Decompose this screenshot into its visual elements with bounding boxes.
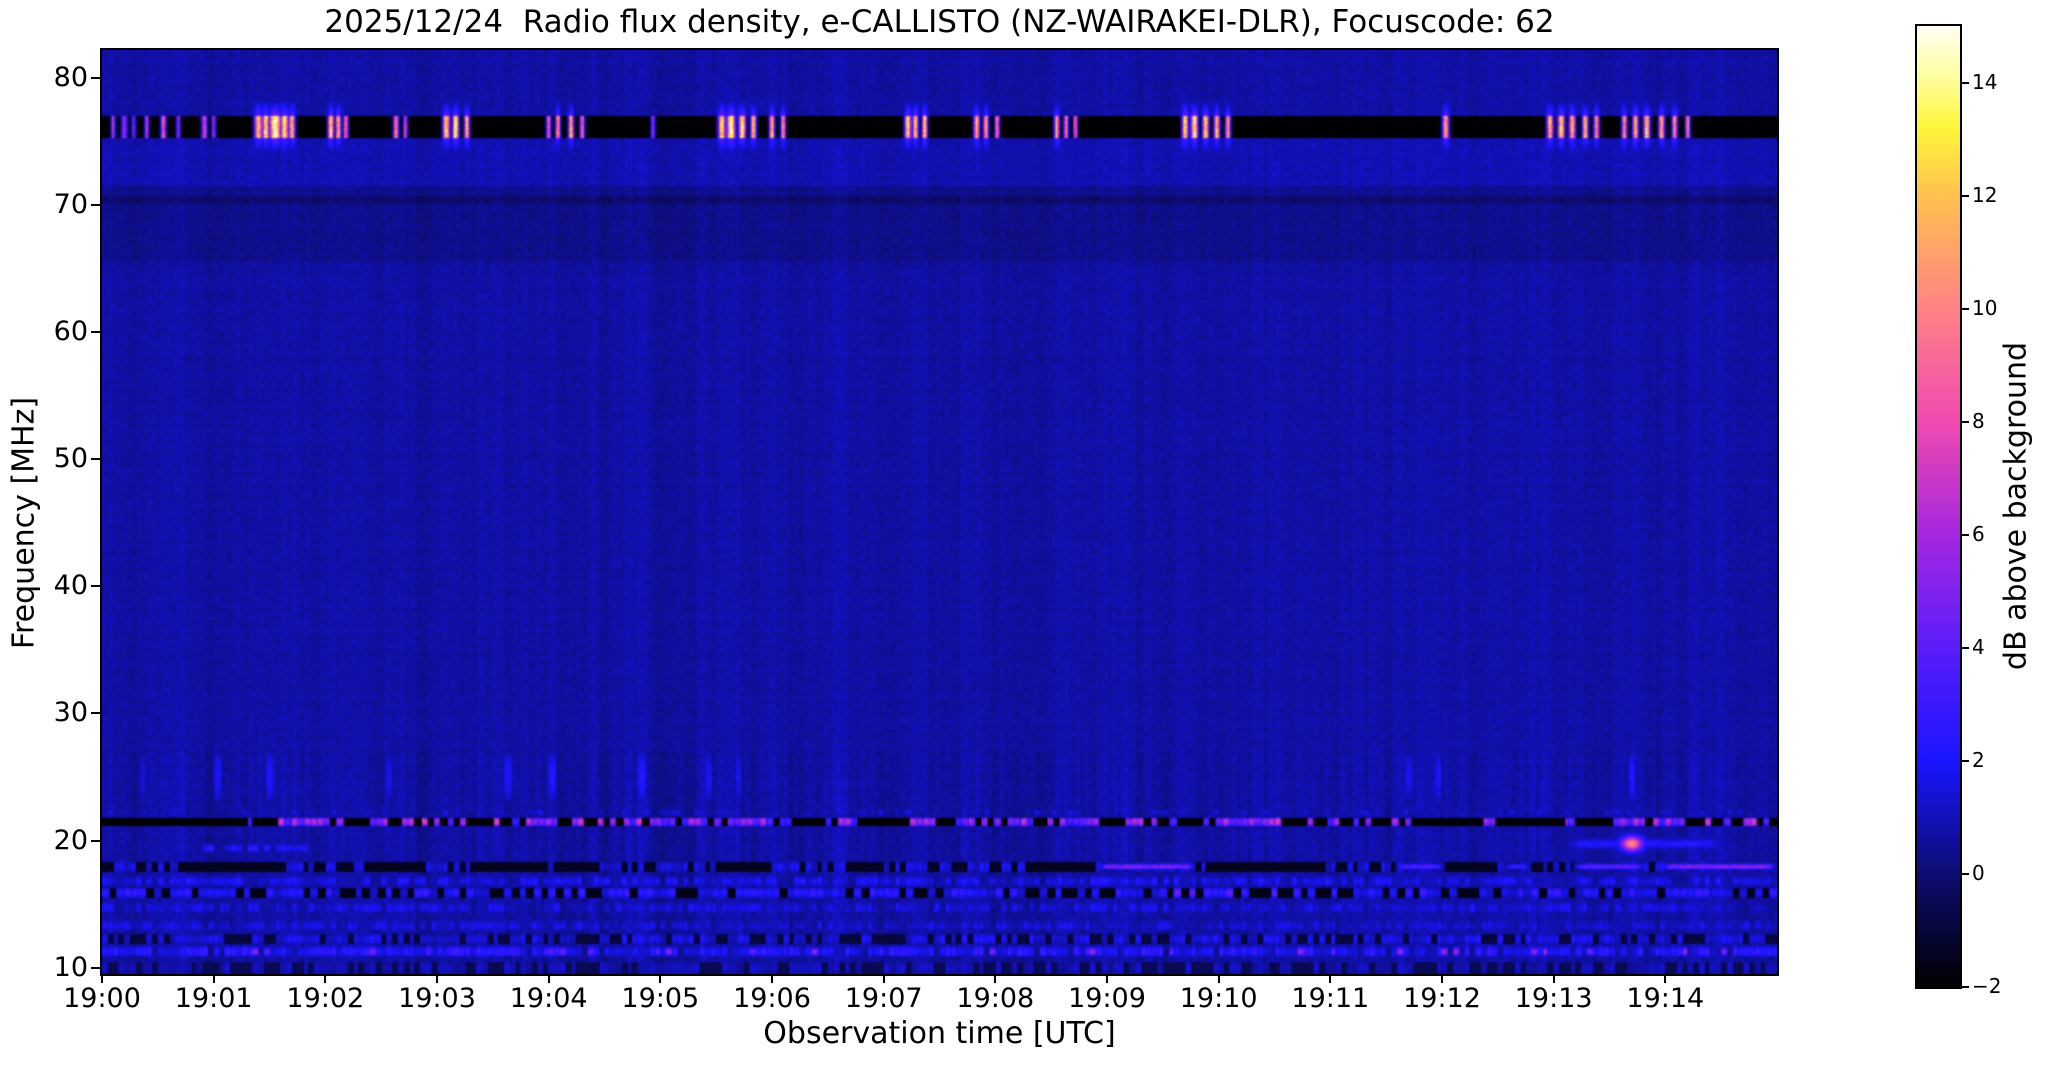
x-tick-label: 19:14 (1626, 983, 1705, 1014)
y-tick-label: 10 (53, 951, 88, 983)
x-tick-label: 19:09 (1068, 983, 1146, 1014)
colorbar-tick-mark (1962, 646, 1969, 649)
colorbar-tick-mark (1962, 872, 1969, 875)
y-tick-mark (91, 839, 100, 842)
x-tick-mark (547, 974, 550, 983)
y-tick-mark (91, 966, 100, 969)
figure: 2025/12/24 Radio flux density, e-CALLIST… (0, 0, 2047, 1067)
colorbar-gradient (1917, 26, 1960, 987)
colorbar-label: dB above background (1998, 341, 2034, 671)
x-tick-label: 19:10 (1179, 983, 1258, 1014)
colorbar-tick-label: 10 (1972, 295, 1998, 320)
y-axis-label: Frequency [MHz] (6, 396, 42, 650)
colorbar-tick-mark (1962, 759, 1969, 762)
x-tick-label: 19:02 (286, 983, 365, 1014)
x-tick-label: 19:06 (733, 983, 811, 1014)
x-tick-label: 19:12 (1403, 983, 1481, 1014)
colorbar (1915, 24, 1962, 989)
y-tick-mark (91, 76, 100, 79)
x-tick-label: 19:05 (621, 983, 700, 1014)
y-tick-label: 20 (53, 824, 88, 856)
spectrogram-image (102, 50, 1777, 974)
colorbar-tick-mark (1962, 420, 1969, 423)
x-tick-mark (436, 974, 438, 983)
colorbar-tick-mark (1962, 986, 1969, 988)
y-tick-mark (91, 712, 100, 715)
x-tick-mark (882, 974, 885, 983)
x-tick-mark (212, 974, 215, 983)
x-tick-label: 19:07 (844, 983, 923, 1014)
spectrogram-plot-area (100, 48, 1779, 976)
y-tick-mark (91, 331, 100, 334)
colorbar-tick-mark (1962, 194, 1969, 197)
x-tick-label: 19:04 (509, 983, 588, 1014)
y-tick-label: 60 (53, 316, 88, 348)
x-tick-label: 19:11 (1291, 983, 1370, 1014)
colorbar-tick-label: 0 (1972, 860, 1985, 885)
x-tick-mark (771, 974, 773, 983)
colorbar-tick-label: 14 (1972, 69, 1998, 94)
y-tick-label: 80 (53, 61, 88, 93)
colorbar-tick-label: −2 (1972, 974, 2002, 998)
chart-title: 2025/12/24 Radio flux density, e-CALLIST… (324, 4, 1555, 40)
x-tick-label: 19:00 (63, 983, 141, 1014)
x-axis-label: Observation time [UTC] (763, 1016, 1116, 1051)
colorbar-tick-label: 2 (1972, 747, 1985, 772)
x-tick-mark (994, 974, 997, 983)
x-tick-mark (1106, 974, 1108, 983)
y-tick-mark (91, 458, 100, 461)
x-tick-label: 19:13 (1514, 983, 1593, 1014)
x-tick-label: 19:03 (398, 983, 476, 1014)
x-tick-mark (324, 974, 327, 983)
colorbar-tick-mark (1962, 81, 1969, 84)
x-tick-mark (659, 974, 662, 983)
y-tick-mark (91, 585, 100, 588)
y-tick-label: 70 (53, 189, 88, 221)
colorbar-tick-mark (1962, 307, 1969, 310)
x-tick-mark (1441, 974, 1443, 983)
colorbar-tick-label: 12 (1972, 182, 1998, 207)
x-tick-label: 19:01 (174, 983, 253, 1014)
x-tick-label: 19:08 (956, 983, 1035, 1014)
x-tick-mark (1329, 974, 1332, 983)
x-tick-mark (1552, 974, 1555, 983)
y-tick-label: 30 (53, 697, 88, 729)
x-tick-mark (1217, 974, 1220, 983)
x-tick-mark (1664, 974, 1667, 983)
y-tick-mark (91, 204, 100, 207)
x-tick-mark (101, 974, 103, 983)
colorbar-tick-mark (1962, 533, 1969, 536)
